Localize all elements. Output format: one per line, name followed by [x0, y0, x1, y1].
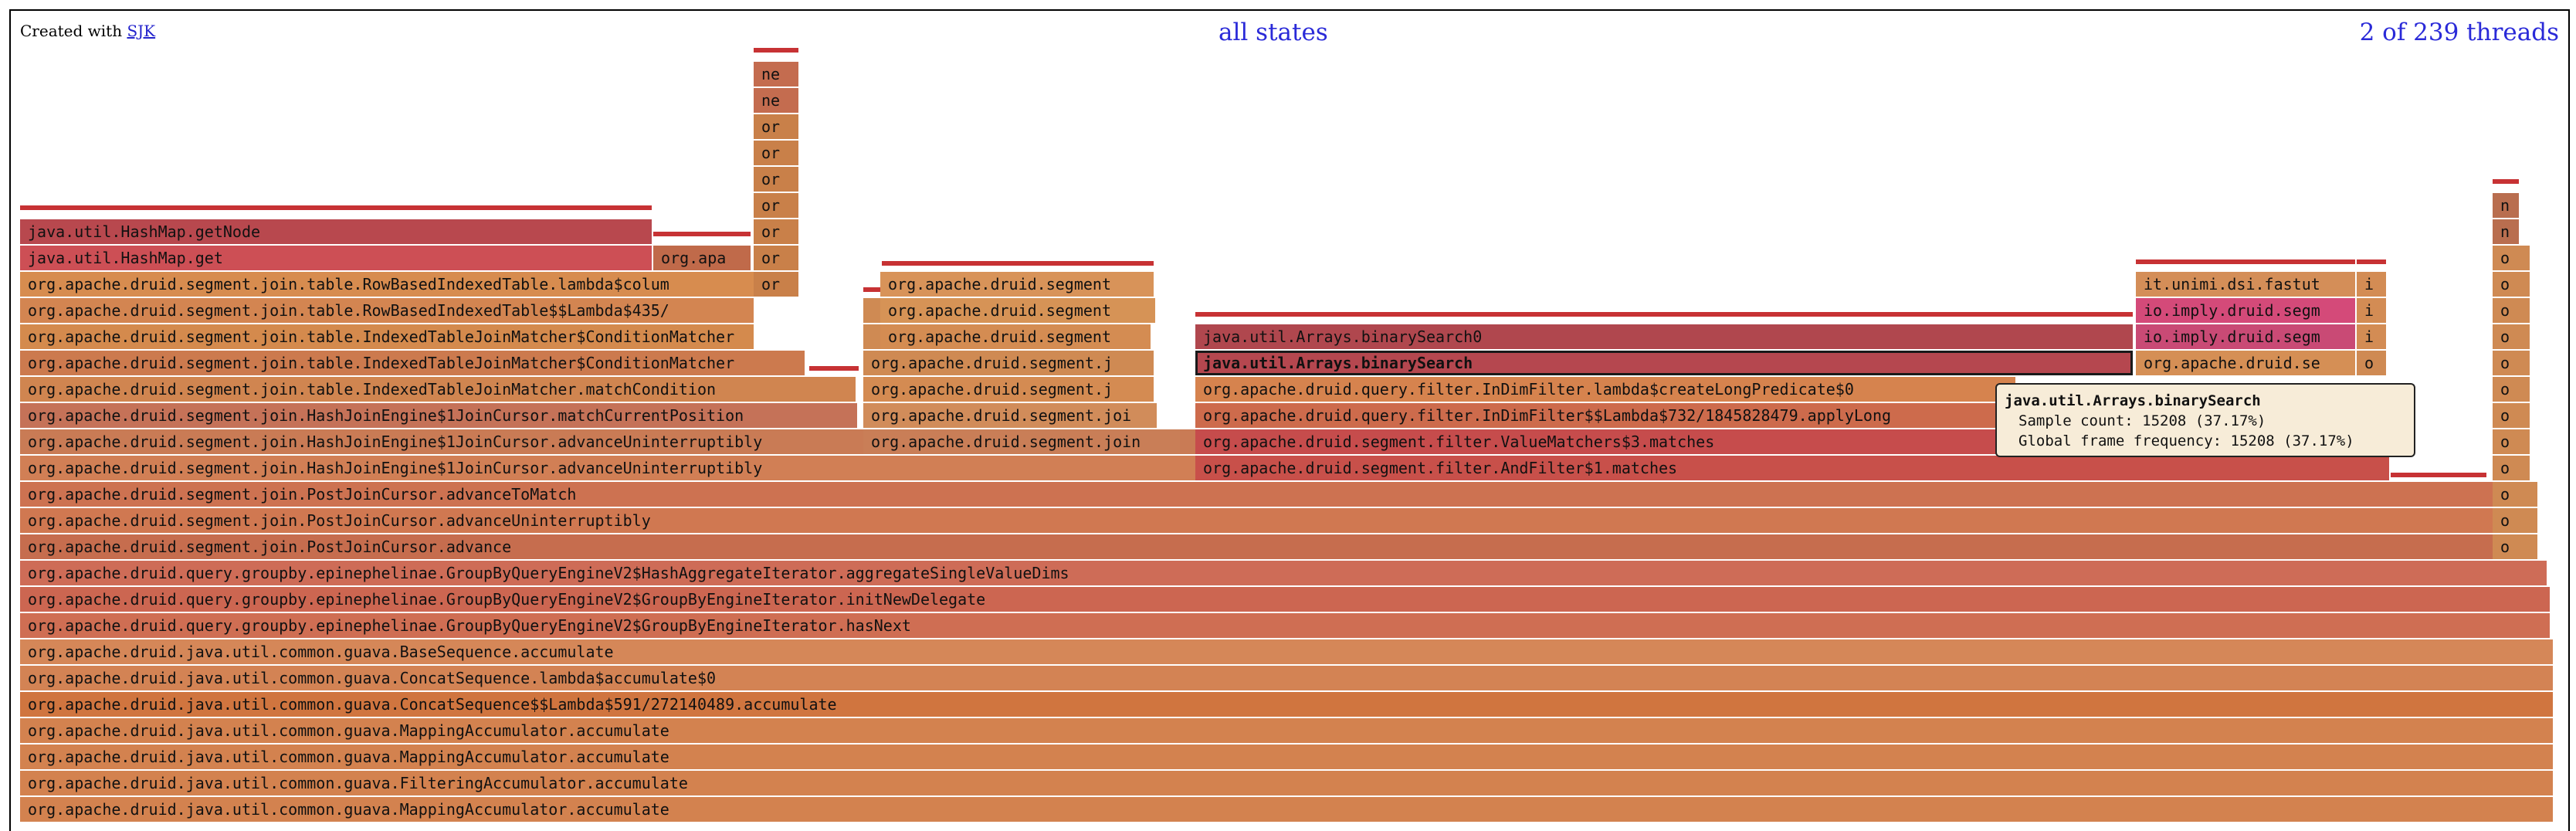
tooltip-sample-count: Sample count: 15208 (37.17%) — [2018, 412, 2266, 429]
stack-frame[interactable]: o — [2493, 246, 2530, 270]
stack-frame[interactable]: or — [754, 193, 798, 218]
stack-frame[interactable]: org.apache.druid.java.util.common.guava.… — [20, 745, 2553, 769]
stack-frame[interactable]: org.apache.druid.se — [2136, 351, 2355, 375]
stack-frame[interactable]: io.imply.druid.segm — [2136, 324, 2355, 349]
stack-frame[interactable]: or — [754, 141, 798, 165]
stack-frame[interactable]: org.apache.druid.query.filter.InDimFilte… — [1195, 377, 2015, 402]
stack-frame[interactable]: org.apache.druid.java.util.common.guava.… — [20, 771, 2553, 795]
stack-frame[interactable]: org.apache.druid.segment.join.table.Inde… — [20, 324, 754, 349]
stack-frame[interactable]: n — [2493, 219, 2519, 244]
stack-frame[interactable]: org.apache.druid.segment.joi — [863, 403, 1157, 428]
stack-frame[interactable]: java.util.HashMap.getNode — [20, 219, 652, 244]
stack-frame[interactable]: i — [2357, 324, 2386, 349]
frame-marker — [2136, 259, 2355, 264]
stack-frame[interactable]: o — [2357, 351, 2386, 375]
stack-frame[interactable]: java.util.HashMap.get — [20, 246, 652, 270]
tooltip-global-frequency: Global frame frequency: 15208 (37.17%) — [2018, 432, 2354, 449]
frame-marker — [1195, 312, 2133, 317]
tooltip-title: java.util.Arrays.binarySearch — [2005, 392, 2261, 409]
stack-frame[interactable]: i — [2357, 298, 2386, 323]
stack-frame[interactable]: o — [2493, 429, 2530, 454]
stack-frame[interactable]: org.apache.druid.segment.join.table.Inde… — [20, 377, 856, 402]
stack-frame[interactable]: o — [2493, 403, 2530, 428]
stack-frame[interactable]: io.imply.druid.segm — [2136, 298, 2355, 323]
stack-frame[interactable]: org.apache.druid.segment — [880, 324, 1151, 349]
stack-frame[interactable]: org.apache.druid.segment.join — [863, 429, 1180, 454]
stack-frame[interactable]: org.apache.druid.query.groupby.epinephel… — [20, 587, 2550, 612]
stack-frame[interactable]: org.apache.druid.segment.join.table.RowB… — [20, 298, 754, 323]
stack-frame[interactable]: o — [2493, 508, 2537, 533]
stack-frame[interactable]: org.apache.druid.segment — [880, 272, 1154, 297]
stack-frame[interactable]: org.apache.druid.segment.j — [863, 377, 1154, 402]
stack-frame[interactable]: org.apache.druid.segment.join.table.Inde… — [20, 351, 805, 375]
stack-frame[interactable]: org.apache.druid.java.util.common.guava.… — [20, 639, 2553, 664]
stack-frame[interactable]: org.apache.druid.segment.join.PostJoinCu… — [20, 508, 2494, 533]
stack-frame[interactable]: ne — [754, 88, 798, 113]
frame-tooltip: java.util.Arrays.binarySearch Sample cou… — [1995, 383, 2415, 457]
stack-frame[interactable]: it.unimi.dsi.fastut — [2136, 272, 2355, 297]
stack-frame[interactable]: org.apache.druid.segment.filter.AndFilte… — [1195, 456, 2389, 480]
stack-frame[interactable]: or — [754, 219, 798, 244]
stack-frame[interactable]: n — [2493, 193, 2519, 218]
stack-frame[interactable]: or — [754, 167, 798, 192]
stack-frame[interactable]: org.apache.druid.segment.join.PostJoinCu… — [20, 534, 2494, 559]
stack-frame[interactable]: o — [2493, 298, 2530, 323]
frame-marker — [882, 261, 1154, 266]
frame-marker — [2493, 179, 2519, 184]
stack-frame[interactable]: org.apache.druid.segment.join.HashJoinEn… — [20, 403, 857, 428]
stack-frame[interactable]: or — [754, 272, 798, 297]
frame-marker — [863, 287, 880, 292]
stack-frame[interactable]: org.apache.druid.query.filter.InDimFilte… — [1195, 403, 2103, 428]
stack-frame[interactable]: java.util.Arrays.binarySearch0 — [1195, 324, 2133, 349]
stack-frame[interactable]: org.apache.druid.segment.join.PostJoinCu… — [20, 482, 2494, 507]
frame-marker — [754, 48, 798, 53]
stack-frame[interactable] — [863, 298, 880, 323]
stack-frame[interactable]: ne — [754, 62, 798, 86]
frame-marker — [2357, 259, 2386, 264]
frame-marker — [2391, 473, 2486, 477]
stack-frame[interactable]: org.apa — [653, 246, 751, 270]
stack-frame[interactable]: org.apache.druid.query.groupby.epinephel… — [20, 613, 2550, 638]
stack-frame[interactable]: or — [754, 246, 798, 270]
stack-frame[interactable]: org.apache.druid.java.util.common.guava.… — [20, 666, 2553, 690]
stack-frame[interactable]: org.apache.druid.query.groupby.epinephel… — [20, 561, 2547, 585]
stack-frame[interactable]: org.apache.druid.segment.j — [863, 351, 1154, 375]
stack-frame[interactable]: org.apache.druid.segment — [880, 298, 1155, 323]
stack-frame[interactable] — [863, 324, 880, 349]
stack-frame[interactable]: org.apache.druid.java.util.common.guava.… — [20, 718, 2553, 743]
selected-stack-frame[interactable]: java.util.Arrays.binarySearch — [1195, 351, 2133, 375]
stack-frame[interactable]: org.apache.druid.java.util.common.guava.… — [20, 797, 2553, 822]
stack-frame[interactable]: o — [2493, 456, 2530, 480]
stack-frame[interactable]: o — [2493, 377, 2530, 402]
stack-frame[interactable]: o — [2493, 534, 2537, 559]
stack-frame[interactable]: org.apache.druid.segment.join.HashJoinEn… — [20, 456, 1197, 480]
stack-frame[interactable]: o — [2493, 351, 2530, 375]
frame-marker — [20, 205, 652, 210]
stack-frame[interactable]: org.apache.druid.segment.join.table.RowB… — [20, 272, 754, 297]
stack-frame[interactable]: i — [2357, 272, 2386, 297]
stack-frame[interactable]: o — [2493, 272, 2530, 297]
frame-marker — [653, 232, 751, 236]
stack-frame[interactable]: org.apache.druid.java.util.common.guava.… — [20, 692, 2553, 717]
stack-frame[interactable]: o — [2493, 482, 2537, 507]
stack-frame[interactable]: or — [754, 114, 798, 139]
stack-frame[interactable]: o — [2493, 324, 2530, 349]
frame-marker — [809, 366, 859, 371]
